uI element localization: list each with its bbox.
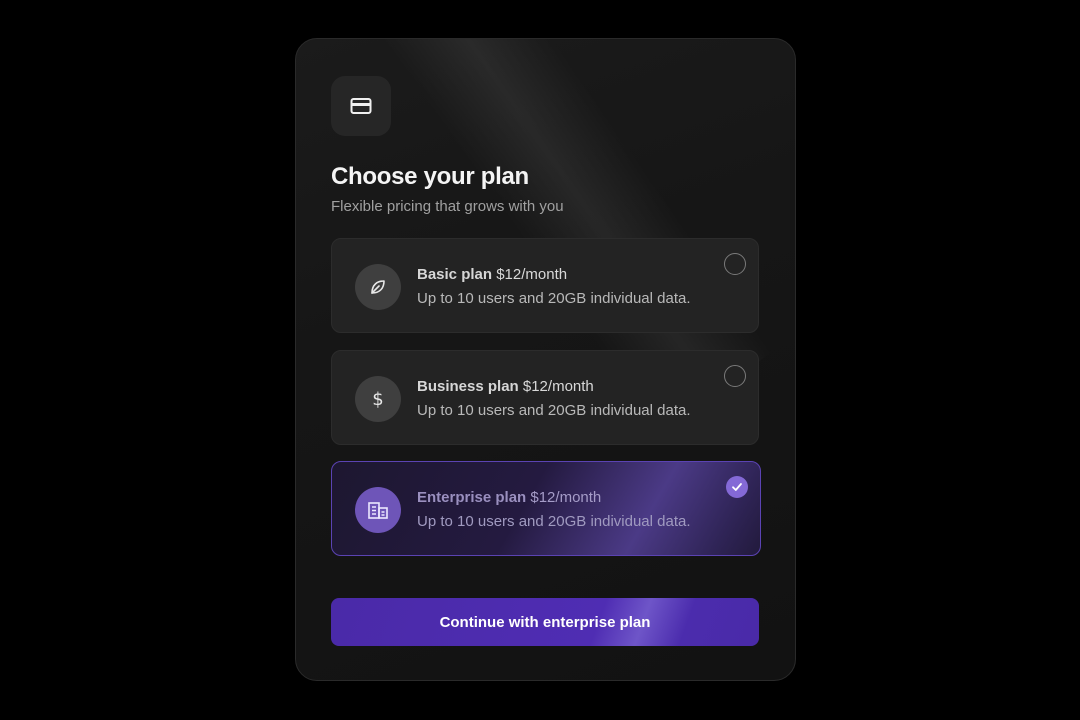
plan-heading: Basic plan $12/month [417, 266, 567, 283]
svg-text:$: $ [372, 389, 383, 410]
plan-name: Business plan [417, 378, 519, 395]
page-title: Choose your plan [331, 163, 529, 190]
plan-radio-business[interactable] [724, 365, 746, 387]
plan-icon-wrapper: $ [355, 376, 401, 422]
credit-card-icon [350, 98, 372, 114]
building-icon [368, 502, 388, 519]
plan-name: Enterprise plan [417, 489, 527, 506]
plan-selection-card: Choose your plan Flexible pricing that g… [295, 38, 796, 681]
credit-card-icon-tile [331, 76, 391, 136]
plan-price: $12/month [530, 489, 602, 506]
plan-description: Up to 10 users and 20GB individual data. [417, 402, 691, 419]
plan-description: Up to 10 users and 20GB individual data. [417, 513, 691, 530]
plan-heading: Enterprise plan $12/month [417, 489, 601, 506]
plan-description: Up to 10 users and 20GB individual data. [417, 290, 691, 307]
plan-option-basic[interactable]: Basic plan $12/month Up to 10 users and … [331, 238, 759, 333]
plan-icon-wrapper [355, 264, 401, 310]
continue-button[interactable]: Continue with enterprise plan [331, 598, 759, 646]
plan-icon-wrapper [355, 487, 401, 533]
plan-name: Basic plan [417, 266, 493, 283]
plan-radio-enterprise[interactable] [726, 476, 748, 498]
plan-price: $12/month [522, 378, 594, 395]
leaf-icon [371, 280, 385, 294]
plan-radio-basic[interactable] [724, 253, 746, 275]
plan-heading: Business plan $12/month [417, 378, 594, 395]
page-subtitle: Flexible pricing that grows with you [331, 198, 564, 215]
plan-option-business[interactable]: $ Business plan $12/month Up to 10 users… [331, 350, 759, 445]
dollar-icon: $ [372, 389, 383, 410]
check-icon [732, 483, 742, 491]
plan-price: $12/month [496, 266, 568, 283]
plan-option-enterprise[interactable]: Enterprise plan $12/month Up to 10 users… [331, 461, 761, 556]
